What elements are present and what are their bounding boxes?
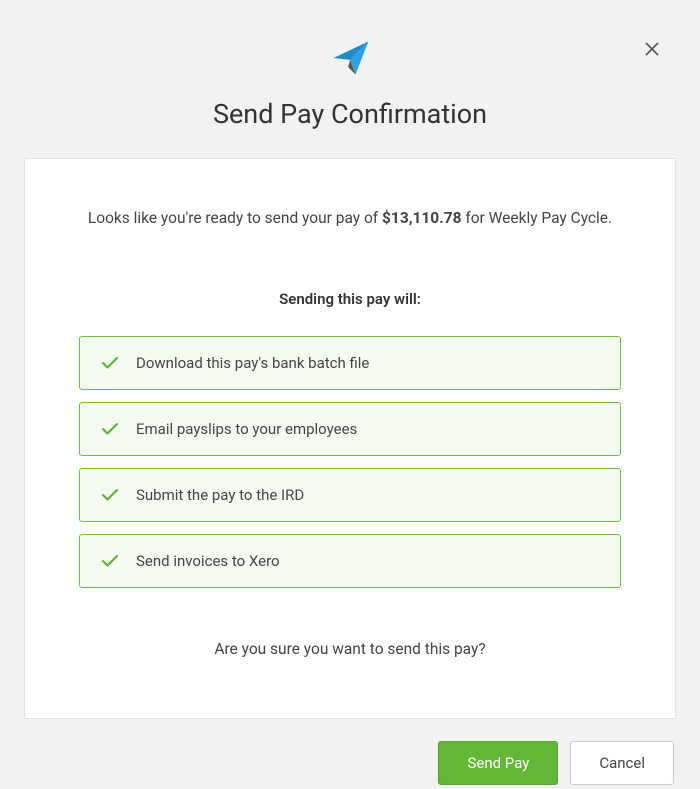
send-pay-confirmation-modal: Send Pay Confirmation Looks like you're …	[0, 0, 700, 789]
action-list: Download this pay's bank batch file Emai…	[77, 336, 623, 588]
paper-plane-logo-icon	[328, 36, 372, 80]
action-send-xero: Send invoices to Xero	[79, 534, 621, 588]
actions-subtitle: Sending this pay will:	[77, 290, 623, 308]
cancel-button[interactable]: Cancel	[570, 741, 674, 785]
intro-suffix: for Weekly Pay Cycle.	[461, 209, 612, 227]
check-icon	[102, 357, 118, 369]
intro-text: Looks like you're ready to send your pay…	[77, 207, 623, 230]
send-pay-button[interactable]: Send Pay	[438, 741, 558, 785]
action-label: Send invoices to Xero	[136, 552, 280, 570]
action-label: Submit the pay to the IRD	[136, 486, 304, 504]
action-download-bank-batch: Download this pay's bank batch file	[79, 336, 621, 390]
close-button[interactable]	[644, 40, 660, 60]
check-icon	[102, 555, 118, 567]
action-submit-ird: Submit the pay to the IRD	[79, 468, 621, 522]
action-label: Download this pay's bank batch file	[136, 354, 369, 372]
intro-prefix: Looks like you're ready to send your pay…	[88, 209, 382, 227]
confirmation-card: Looks like you're ready to send your pay…	[24, 158, 676, 719]
confirm-question: Are you sure you want to send this pay?	[77, 640, 623, 658]
pay-amount: $13,110.78	[382, 209, 461, 227]
check-icon	[102, 489, 118, 501]
close-icon	[644, 41, 660, 57]
check-icon	[102, 423, 118, 435]
action-email-payslips: Email payslips to your employees	[79, 402, 621, 456]
action-label: Email payslips to your employees	[136, 420, 357, 438]
modal-title: Send Pay Confirmation	[213, 98, 487, 130]
modal-header: Send Pay Confirmation	[24, 36, 676, 130]
modal-footer: Send Pay Cancel	[24, 741, 676, 785]
